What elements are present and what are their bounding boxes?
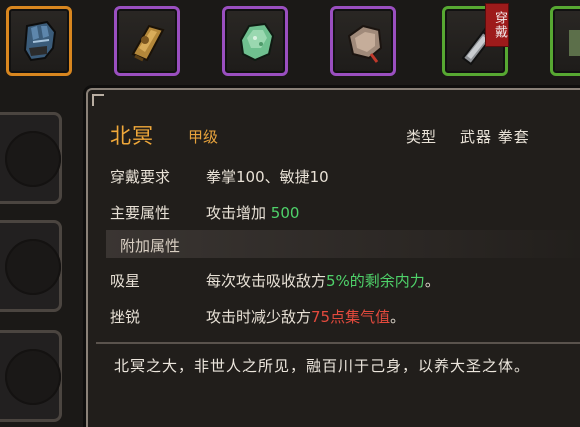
tooltip-divider xyxy=(96,342,580,344)
item-type-label: 类型 xyxy=(406,128,437,146)
empty-slot[interactable] xyxy=(0,220,62,312)
empty-slot[interactable] xyxy=(0,330,62,422)
extra-attributes-title: 附加属性 xyxy=(120,237,181,255)
main-attribute-text: 攻击增加 500 xyxy=(206,202,299,223)
effect-name: 吸星 xyxy=(110,272,141,290)
effect-highlight: 75点集气值 xyxy=(311,308,391,326)
effect-text-end: 。 xyxy=(424,272,440,290)
item-grade: 甲级 xyxy=(188,128,219,146)
requirement-value: 拳掌100、敏捷10 xyxy=(206,168,329,186)
inventory-slot-unknown[interactable] xyxy=(550,6,580,76)
extra-attributes-header: 附加属性 xyxy=(106,230,580,258)
item-tooltip: 北冥 甲级 类型 武器 拳套 穿戴要求 拳掌100、敏捷10 主要属性 攻击增加… xyxy=(86,88,580,427)
unknown-item-icon xyxy=(569,30,580,56)
effect-description: 每次攻击吸收敌方5%的剩余内力。 xyxy=(206,270,440,291)
main-attribute-label: 主要属性 xyxy=(110,204,171,222)
item-description: 北冥之大，非世人之所见，融百川于己身，以养大圣之体。 xyxy=(114,357,531,375)
inventory-slot-gauntlet[interactable] xyxy=(6,6,72,76)
inventory-screen: 穿戴 北冥 甲级 类型 武器 拳套 穿戴要求 拳掌100、敏捷10 主要属性 攻… xyxy=(0,0,580,427)
requirement-label: 穿戴要求 xyxy=(110,168,171,186)
effect-text-end: 。 xyxy=(390,308,406,326)
gauntlet-icon xyxy=(23,20,57,62)
effect-highlight: 5%的剩余内力 xyxy=(326,272,425,290)
inventory-slot-bracer[interactable] xyxy=(114,6,180,76)
bracer-icon xyxy=(131,24,165,62)
item-type-value: 武器 拳套 xyxy=(460,128,530,146)
effect-name: 挫锐 xyxy=(110,308,141,326)
equipped-badge: 穿戴 xyxy=(485,3,509,47)
item-name: 北冥 xyxy=(110,124,154,148)
inventory-slot-pouch[interactable] xyxy=(330,6,396,76)
jade-stone-icon xyxy=(239,22,275,62)
inventory-slot-cleaver[interactable]: 穿戴 xyxy=(442,3,509,76)
effect-text: 每次攻击吸收敌方 xyxy=(206,272,327,290)
inventory-slot-jade[interactable] xyxy=(222,6,288,76)
main-attribute-desc: 攻击增加 xyxy=(206,204,267,222)
pouch-icon xyxy=(347,24,383,63)
main-attribute-value: 500 xyxy=(270,204,300,222)
effect-text: 攻击时减少敌方 xyxy=(206,308,312,326)
empty-slot[interactable] xyxy=(0,112,62,204)
effect-description: 攻击时减少敌方75点集气值。 xyxy=(206,306,405,327)
